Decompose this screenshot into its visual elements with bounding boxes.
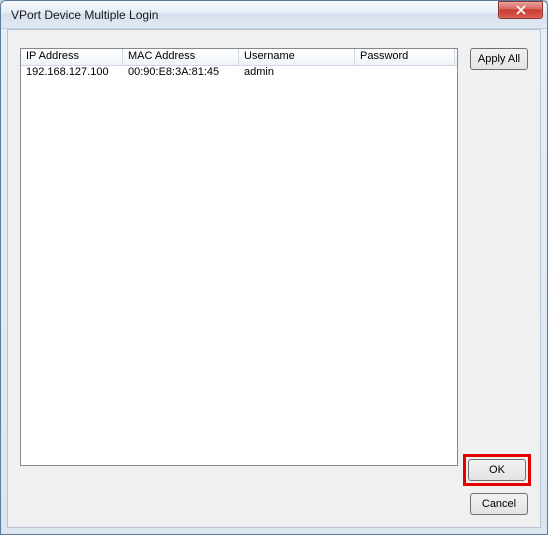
close-button[interactable] [498, 1, 543, 19]
device-table[interactable]: IP Address MAC Address Username Password… [20, 48, 458, 466]
ok-highlight: OK [463, 454, 531, 486]
cancel-button[interactable]: Cancel [470, 493, 528, 515]
cell-ip: 192.168.127.100 [21, 66, 123, 80]
column-header-ip[interactable]: IP Address [21, 49, 123, 65]
column-header-username[interactable]: Username [239, 49, 355, 65]
content-area: IP Address MAC Address Username Password… [20, 48, 528, 515]
table-header-row: IP Address MAC Address Username Password [21, 49, 457, 66]
cell-username: admin [239, 66, 355, 80]
table-body: 192.168.127.100 00:90:E8:3A:81:45 admin [21, 66, 457, 465]
titlebar[interactable]: VPort Device Multiple Login [1, 1, 547, 29]
table-row[interactable]: 192.168.127.100 00:90:E8:3A:81:45 admin [21, 66, 457, 80]
column-header-mac[interactable]: MAC Address [123, 49, 239, 65]
cell-password [355, 66, 455, 80]
column-header-password[interactable]: Password [355, 49, 455, 65]
cell-mac: 00:90:E8:3A:81:45 [123, 66, 239, 80]
window-title: VPort Device Multiple Login [11, 8, 498, 22]
apply-all-button[interactable]: Apply All [470, 48, 528, 70]
client-area: IP Address MAC Address Username Password… [7, 29, 541, 528]
close-icon [516, 5, 526, 15]
ok-button[interactable]: OK [468, 459, 526, 481]
dialog-window: VPort Device Multiple Login IP Address M… [0, 0, 548, 535]
